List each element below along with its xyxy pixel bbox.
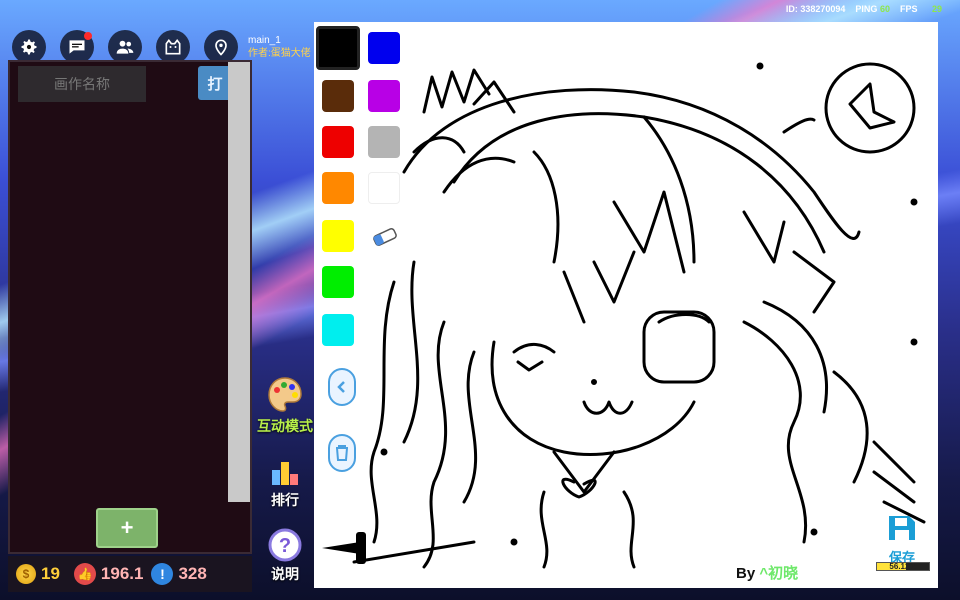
help-icon: ? [268, 528, 302, 562]
ranking-label: 排行 [271, 492, 299, 508]
artist-signature: By ^初晓 [736, 562, 798, 583]
id-value: 338270094 [800, 4, 846, 14]
settings-button[interactable] [12, 30, 46, 64]
coin-count: 19 [41, 564, 60, 583]
color-swatch-green[interactable] [322, 266, 354, 298]
stats-bar: $ 19 👍 196.1 ! 328 [8, 556, 252, 592]
report-stat: ! 328 [151, 563, 207, 585]
help-label: 说明 [271, 566, 299, 582]
like-count: 196.1 [100, 564, 144, 583]
chat-icon [69, 40, 85, 54]
cat-icon [165, 38, 181, 55]
color-swatch-purple[interactable] [368, 80, 400, 112]
save-icon [889, 516, 915, 540]
brush-cursor-icon [322, 532, 366, 564]
chat-button[interactable] [60, 30, 94, 64]
interactive-mode-button[interactable]: 互动模式 [254, 376, 316, 436]
ping-value: 60 [879, 4, 890, 14]
status-bar: ID: 338270094 PING 60 FPS 29 [786, 4, 942, 14]
canvas-meta: main_1 作者:蛋猫大佬 [248, 34, 312, 60]
map-button[interactable] [204, 30, 238, 64]
add-artwork-button[interactable]: + [96, 508, 158, 548]
color-swatch-black[interactable] [316, 26, 360, 70]
fps-label: FPS [899, 4, 918, 14]
author-name: 蛋猫大佬 [270, 48, 311, 59]
artwork-list-panel: 打 + [8, 60, 252, 554]
color-swatch-white[interactable] [368, 172, 400, 204]
open-button-label: 打 [207, 75, 223, 93]
gear-icon [21, 39, 37, 55]
artwork-name-input[interactable] [18, 66, 146, 102]
prev-button[interactable] [328, 368, 356, 406]
map-pin-icon [215, 39, 227, 56]
report-count: 328 [178, 564, 207, 583]
eraser-button[interactable] [368, 220, 400, 252]
scrollbar[interactable] [228, 62, 250, 502]
open-button[interactable]: 打 [198, 66, 232, 100]
add-button-label: + [120, 515, 134, 540]
signature-by: By [736, 565, 756, 582]
signature-name: ^初晓 [759, 565, 799, 582]
author-label: 作者: [248, 48, 271, 59]
ranking-icon [272, 462, 298, 485]
svg-text:?: ? [279, 535, 291, 557]
skin-button[interactable] [156, 30, 190, 64]
coin-icon: $ [16, 564, 36, 584]
sketch-artwork [352, 62, 926, 569]
clear-button[interactable] [328, 434, 356, 472]
color-swatch-gray[interactable] [368, 126, 400, 158]
thumbs-up-icon: 👍 [73, 563, 96, 585]
prev-arrow-icon [337, 381, 345, 393]
drawing-canvas[interactable]: By ^初晓 保存 56.12% [314, 22, 938, 588]
coin-stat: $ 19 [16, 564, 60, 584]
notification-dot [84, 32, 92, 40]
interactive-mode-label: 互动模式 [257, 418, 313, 434]
color-swatch-brown[interactable] [322, 80, 354, 112]
palette-icon [268, 377, 302, 412]
color-swatch-red[interactable] [322, 126, 354, 158]
color-swatch-yellow[interactable] [322, 220, 354, 252]
ranking-button[interactable]: 排行 [254, 456, 316, 510]
help-button[interactable]: ? 说明 [254, 528, 316, 584]
color-swatch-cyan[interactable] [322, 314, 354, 346]
like-stat: 👍 196.1 [73, 563, 144, 585]
ping-label: PING [855, 4, 878, 14]
save-progress: 56.12% [876, 562, 930, 571]
save-button[interactable]: 保存 [882, 514, 922, 566]
id-label: ID: [785, 4, 798, 14]
save-progress-text: 56.12% [889, 562, 917, 571]
color-swatch-orange[interactable] [322, 172, 354, 204]
users-icon [116, 40, 134, 54]
exclamation-icon: ! [151, 563, 174, 585]
trash-icon [336, 445, 348, 461]
eraser-icon [373, 228, 397, 246]
color-swatch-blue[interactable] [368, 32, 400, 64]
fps-value: 29 [931, 4, 942, 14]
canvas-name: main_1 [248, 35, 281, 46]
friends-button[interactable] [108, 30, 142, 64]
